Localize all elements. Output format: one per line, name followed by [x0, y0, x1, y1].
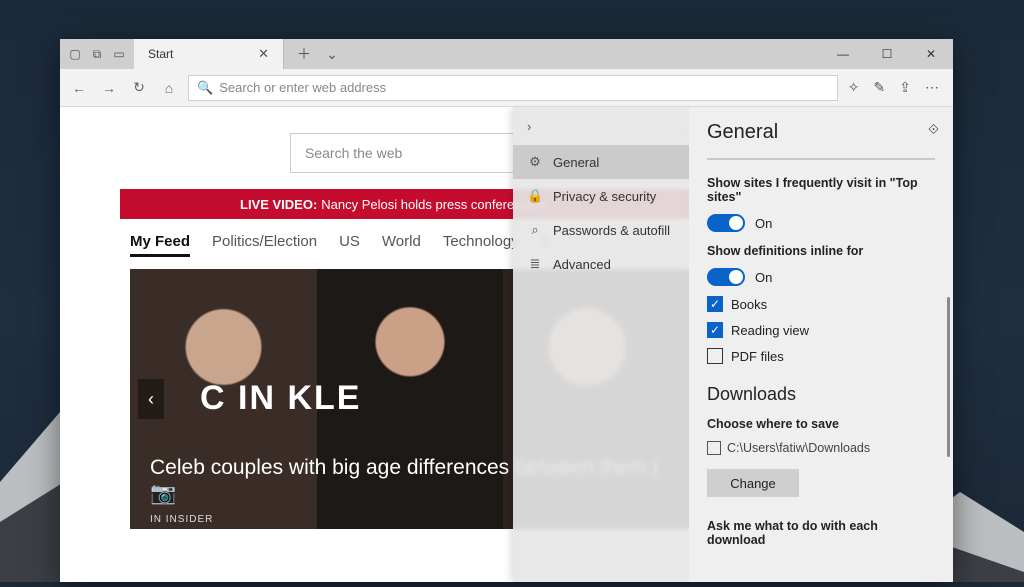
checkbox-pdf-files[interactable] — [707, 348, 723, 364]
titlebar: ▢ ⧉ ▭ Start ✕ ＋ ⌄ ― ☐ ✕ — [60, 39, 953, 69]
minimize-button[interactable]: ― — [821, 39, 865, 69]
tab-title: Start — [148, 47, 173, 61]
forward-button[interactable]: → — [100, 80, 118, 96]
pin-icon[interactable]: ⟐ — [928, 121, 939, 138]
choose-save-label: Choose where to save — [707, 417, 935, 431]
save-path: C:\Users\fatiw\Downloads — [727, 441, 870, 455]
tabs-aside-icon[interactable]: ▢ — [66, 45, 84, 63]
settings-cat-passwords[interactable]: ⌕ Passwords & autofill — [513, 213, 689, 247]
definitions-state: On — [755, 270, 772, 285]
notes-icon[interactable]: ✎ — [874, 79, 886, 96]
settings-cat-privacy[interactable]: 🔒 Privacy & security — [513, 179, 689, 213]
topsite-state: On — [755, 216, 772, 231]
hero-source: IN INSIDER — [150, 514, 213, 525]
sliders-icon: ≣ — [527, 256, 543, 272]
close-icon[interactable]: ✕ — [258, 46, 269, 62]
maximize-button[interactable]: ☐ — [865, 39, 909, 69]
checkbox-books-label: Books — [731, 297, 767, 312]
key-icon: ⌕ — [527, 222, 543, 238]
chevron-right-icon: › — [527, 119, 531, 134]
tab-preview-icon[interactable]: ⧉ — [88, 45, 106, 63]
feed-tab-myfeed[interactable]: My Feed — [130, 233, 190, 257]
settings-cat-label: Privacy & security — [553, 189, 656, 204]
live-banner-label: LIVE VIDEO: — [240, 197, 317, 212]
content-area: Search the web LIVE VIDEO: Nancy Pelosi … — [60, 107, 953, 582]
close-window-button[interactable]: ✕ — [909, 39, 953, 69]
back-button[interactable]: ← — [70, 80, 88, 96]
settings-cat-label: General — [553, 155, 599, 170]
checkbox-books[interactable]: ✓ — [707, 296, 723, 312]
address-placeholder: Search or enter web address — [219, 80, 386, 95]
favorites-icon[interactable]: ✧ — [848, 79, 860, 96]
tab-start[interactable]: Start ✕ — [134, 39, 284, 69]
definitions-label: Show definitions inline for — [707, 244, 935, 258]
settings-cat-label: Advanced — [553, 257, 611, 272]
checkbox-reading-view[interactable]: ✓ — [707, 322, 723, 338]
settings-cat-general[interactable]: ⚙ General — [513, 145, 689, 179]
address-bar[interactable]: 🔍 Search or enter web address — [188, 75, 838, 101]
downloads-heading: Downloads — [707, 384, 935, 405]
feed-tab-world[interactable]: World — [382, 233, 421, 257]
window-controls: ― ☐ ✕ — [821, 39, 953, 69]
home-button[interactable]: ⌂ — [160, 80, 178, 96]
more-icon[interactable]: ⋯ — [925, 79, 939, 96]
folder-icon — [707, 441, 721, 455]
show-tabs-icon[interactable]: ▭ — [110, 45, 128, 63]
hero-prev-button[interactable]: ‹ — [138, 379, 164, 419]
scrollbar-thumb[interactable] — [947, 297, 950, 457]
change-button[interactable]: Change — [707, 469, 799, 497]
topsite-toggle[interactable] — [707, 214, 745, 232]
divider — [707, 158, 935, 160]
settings-panel: ⟐ General Show sites I frequently visit … — [689, 107, 953, 582]
settings-cat-label: Passwords & autofill — [553, 223, 670, 238]
ask-download-label: Ask me what to do with each download — [707, 519, 935, 547]
feed-tab-us[interactable]: US — [339, 233, 360, 257]
definitions-toggle[interactable] — [707, 268, 745, 286]
tab-chevron-down-icon[interactable]: ⌄ — [322, 46, 342, 63]
checkbox-reading-view-label: Reading view — [731, 323, 809, 338]
checkbox-pdf-files-label: PDF files — [731, 349, 784, 364]
topsite-label: Show sites I frequently visit in "Top si… — [707, 176, 935, 204]
search-placeholder: Search the web — [305, 145, 402, 161]
new-tab-button[interactable]: ＋ — [294, 44, 314, 64]
settings-back-button[interactable]: › — [513, 107, 689, 145]
feed-tab-politics[interactable]: Politics/Election — [212, 233, 317, 257]
lock-icon: 🔒 — [527, 188, 543, 204]
change-button-label: Change — [730, 476, 776, 491]
toolbar: ← → ↻ ⌂ 🔍 Search or enter web address ✧ … — [60, 69, 953, 107]
settings-title: General — [707, 121, 935, 144]
settings-cat-advanced[interactable]: ≣ Advanced — [513, 247, 689, 281]
search-icon: 🔍 — [197, 80, 213, 96]
titlebar-left-icons: ▢ ⧉ ▭ — [60, 39, 134, 69]
share-icon[interactable]: ⇪ — [899, 79, 911, 96]
tab-actions: ＋ ⌄ — [284, 39, 352, 69]
gear-icon: ⚙ — [527, 154, 543, 170]
refresh-button[interactable]: ↻ — [130, 79, 148, 96]
settings-flyout: › ⚙ General 🔒 Privacy & security ⌕ Passw… — [513, 107, 953, 582]
hero-brand-text: C IN KLE — [200, 379, 361, 418]
feed-tab-technology[interactable]: Technology — [443, 233, 519, 257]
edge-window: ▢ ⧉ ▭ Start ✕ ＋ ⌄ ― ☐ ✕ ← → ↻ ⌂ 🔍 Search… — [60, 39, 953, 582]
settings-categories: › ⚙ General 🔒 Privacy & security ⌕ Passw… — [513, 107, 689, 582]
